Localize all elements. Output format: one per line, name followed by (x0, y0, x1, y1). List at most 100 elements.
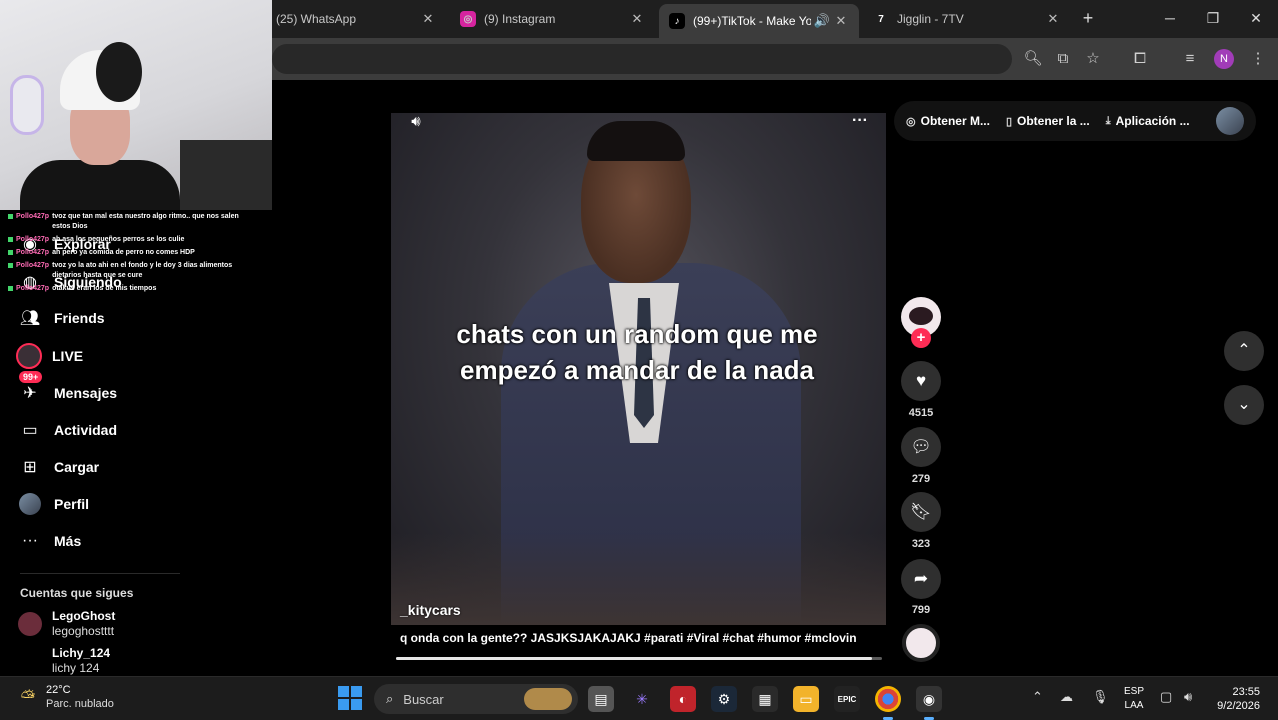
streamer-shirt (20, 160, 180, 210)
next-video-button[interactable]: ⌄ (1224, 385, 1264, 425)
close-icon[interactable]: ✕ (420, 11, 436, 27)
extensions-icon[interactable]: ⧠ (1129, 48, 1151, 70)
video-progress-fill (396, 657, 873, 660)
close-icon[interactable]: ✕ (833, 13, 849, 29)
header-actions-bar: ◎ Obtener M... ▯ Obtener la ... ⤓ Aplicació… (894, 101, 1256, 141)
chat-text: ah asa los pequeños perros se los culie (52, 236, 185, 243)
windows-start-icon[interactable] (338, 686, 362, 710)
weather-desc: Parc. nublado (46, 698, 114, 710)
sidebar-item-activity[interactable]: ▭ Actividad (16, 416, 236, 444)
sidebar-item-upload[interactable]: ⊞ Cargar (16, 453, 236, 481)
chat-message: Pollo427p otakus eran los de mis tiempos (8, 284, 248, 294)
sidebar-item-live[interactable]: LIVE (16, 342, 236, 370)
video-more-icon[interactable]: ··· (848, 110, 872, 132)
get-app-button[interactable]: ▯ Obtener la ... (1006, 114, 1090, 128)
weather-widget[interactable]: ⛅︎ 22°C Parc. nublado (16, 683, 114, 711)
address-bar[interactable] (272, 44, 1012, 74)
heart-icon: ♥ (915, 371, 927, 390)
microphone-icon[interactable]: 🎙︎ (1092, 689, 1109, 705)
video-author[interactable]: _kitycars (400, 602, 461, 618)
speaker-icon[interactable]: 🔊 (811, 13, 833, 29)
bookmark-star-icon[interactable]: ☆ (1082, 48, 1104, 70)
menu-kebab-icon[interactable]: ⋮ (1247, 48, 1269, 70)
following-account[interactable]: LegoGhost legoghostttt (18, 609, 115, 639)
account-name: LegoGhost (52, 609, 116, 623)
download-app-button[interactable]: ⤓ Aplicación ... (1106, 114, 1190, 128)
game-app-icon[interactable]: ◐ (670, 686, 696, 712)
chat-text: otakus eran los de mis tiempos (52, 285, 157, 292)
profile-avatar[interactable]: N (1214, 49, 1234, 69)
keyboard-layout: LAA (1124, 700, 1144, 711)
tab-whatsapp[interactable]: (25) WhatsApp ✕ (266, 4, 446, 34)
get-coins-button[interactable]: ◎ Obtener M... (906, 114, 990, 128)
close-window-icon[interactable]: ✕ (1246, 8, 1266, 28)
zoom-icon[interactable]: 🔍︎ (1022, 48, 1044, 70)
following-account[interactable]: Lichy_124 lichy 124 (18, 646, 110, 676)
language-indicator[interactable]: ESP LAA (1124, 685, 1144, 713)
avatar (18, 612, 42, 636)
sidebar-item-label: LIVE (52, 348, 84, 364)
volume-icon[interactable]: 🔊︎ (405, 111, 427, 133)
chat-user: Pollo427p (16, 249, 50, 256)
badge-icon (8, 214, 13, 219)
close-icon[interactable]: ✕ (629, 11, 645, 27)
taskbar: ⛅︎ 22°C Parc. nublado ⌕ Buscar ▤ ✳︎ ◐ ⚙︎… (0, 676, 1278, 720)
taskbar-search[interactable]: ⌕ Buscar (374, 684, 578, 714)
media-control-icon[interactable]: ≡ (1179, 48, 1201, 70)
tab-instagram[interactable]: ◎ (9) Instagram ✕ (450, 4, 655, 34)
chevron-down-icon: ⌄ (1237, 396, 1251, 413)
tab-tiktok[interactable]: ♪ (99+)TikTok - Make Your 🔊 ✕ (659, 4, 859, 38)
badge-icon (8, 286, 13, 291)
tab-title: (99+)TikTok - Make Your (693, 14, 811, 28)
save-button[interactable]: 🔖︎ (901, 492, 941, 532)
previous-video-button[interactable]: ⌃ (1224, 331, 1264, 371)
steam-icon[interactable]: ⚙︎ (711, 686, 737, 712)
app-icon[interactable]: ▦ (752, 686, 778, 712)
video-progress-bar[interactable] (396, 657, 882, 660)
chat-message: Pollo427p ah asa los pequeños perros se l… (8, 235, 248, 245)
weather-icon: ⛅︎ (20, 687, 36, 707)
sidebar-item-profile[interactable]: Perfil (16, 490, 236, 518)
tray-app-icon[interactable]: ☁︎ (1060, 689, 1073, 705)
app-icon[interactable]: ◉ (916, 686, 942, 720)
share-button[interactable]: ➦ (901, 559, 941, 599)
install-app-icon[interactable]: ⧉ (1052, 48, 1074, 70)
music-disc-icon[interactable] (902, 624, 940, 662)
epic-games-icon[interactable]: EPIC (834, 686, 860, 712)
language-code: ESP (1124, 686, 1145, 697)
comment-button[interactable]: 💬︎ (901, 427, 941, 467)
search-placeholder: Buscar (403, 691, 444, 707)
chat-message: Pollo427p tvoz yo la ato ahi en el fondo … (8, 261, 248, 281)
file-explorer-icon[interactable]: ▭ (793, 686, 819, 712)
volume-icon[interactable]: 🔊︎ (1184, 689, 1192, 705)
follow-button[interactable]: + (911, 328, 931, 348)
sidebar-item-friends[interactable]: 👥︎ Friends (16, 304, 236, 332)
minimize-icon[interactable]: ─ (1160, 8, 1180, 28)
new-tab-button[interactable]: + (1078, 8, 1098, 28)
like-button[interactable]: ♥ (901, 361, 941, 401)
user-avatar[interactable] (1216, 107, 1244, 135)
restore-icon[interactable]: ❐ (1203, 8, 1223, 28)
chevron-up-icon[interactable]: ⌃ (1032, 689, 1043, 705)
clock[interactable]: 23:55 9/2/2026 (1206, 685, 1260, 713)
profile-icon (19, 493, 41, 515)
messages-icon: ✈︎ 99+ (16, 371, 44, 407)
chrome-icon[interactable] (875, 686, 901, 720)
chat-text: ah pero ya comida de perro no comes HDP (52, 249, 195, 256)
button-label: Aplicación ... (1115, 114, 1190, 128)
upload-icon: ⊞ (23, 459, 37, 476)
sidebar-item-more[interactable]: ··· Más (16, 527, 236, 555)
tab-7tv[interactable]: 7 Jigglin - 7TV ✕ (863, 4, 1071, 34)
tab-title: Jigglin - 7TV (897, 12, 964, 26)
network-icon[interactable]: ▢ (1160, 689, 1172, 705)
close-icon[interactable]: ✕ (1045, 11, 1061, 27)
chat-message: Pollo427p tvoz que tan mal esta nuestro a… (8, 212, 248, 232)
following-accounts-title: Cuentas que sigues (20, 586, 134, 600)
tab-title: (9) Instagram (484, 12, 556, 26)
task-view-icon[interactable]: ▤ (588, 686, 614, 712)
tiktok-icon: ♪ (669, 13, 685, 29)
search-highlight-image (524, 688, 572, 710)
live-icon (16, 343, 42, 369)
sidebar-item-messages[interactable]: ✈︎ 99+ Mensajes (16, 371, 236, 407)
app-icon[interactable]: ✳︎ (629, 686, 655, 712)
